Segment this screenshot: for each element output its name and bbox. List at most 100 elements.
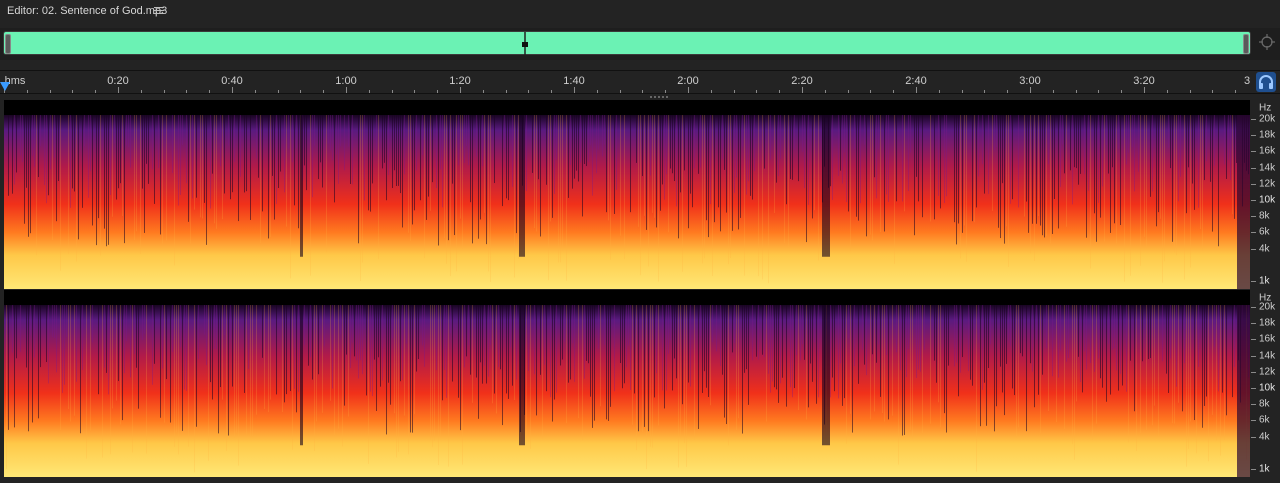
ruler-tick <box>346 87 347 93</box>
ruler-tick <box>847 90 849 93</box>
frequency-label: 1k <box>1259 463 1270 475</box>
ruler-tick-label: 2:00 <box>677 75 699 87</box>
time-ruler[interactable]: hms 0:20 0:40 1:00 1:20 1:40 2:00 2:20 2:40 3:00… <box>0 70 1280 94</box>
ruler-tick <box>1189 90 1191 93</box>
ruler-tick <box>733 90 735 93</box>
frequency-tick <box>1251 371 1256 373</box>
ruler-tick <box>505 90 507 93</box>
ruler-tick <box>49 90 51 93</box>
ruler-tick <box>1052 90 1054 93</box>
waveform-overview[interactable] <box>0 28 1280 60</box>
frequency-label: 8k <box>1259 210 1270 222</box>
ruler-tick <box>1212 90 1214 93</box>
frequency-scale-right: Hz 20k 18k 16k 14k 12k 10k 8k 6k 4k 1k <box>1250 290 1280 477</box>
frequency-tick <box>1251 183 1256 185</box>
ruler-tick <box>893 90 895 93</box>
editor-titlebar: Editor: 02. Sentence of God.mp3 <box>0 0 1280 24</box>
frequency-tick <box>1251 404 1256 406</box>
ruler-tick <box>391 90 393 93</box>
ruler-tick <box>688 87 689 93</box>
hamburger-menu-icon[interactable] <box>154 5 164 17</box>
frequency-tick <box>1251 135 1256 137</box>
frequency-label: 4k <box>1259 431 1270 443</box>
ruler-tick <box>72 90 74 93</box>
overview-playhead[interactable] <box>522 32 528 56</box>
ruler-tick <box>460 87 461 93</box>
frequency-tick <box>1251 281 1256 282</box>
ruler-tick <box>482 90 484 93</box>
ruler-tick <box>1166 90 1168 93</box>
ruler-tick-label: 3:00 <box>1019 75 1041 87</box>
ruler-tick-label: 0:40 <box>221 75 243 87</box>
ruler-tick <box>323 90 325 93</box>
ruler-tick <box>414 90 416 93</box>
frequency-tick <box>1251 339 1256 341</box>
ruler-tick <box>1121 90 1123 93</box>
ruler-tick <box>756 90 758 93</box>
ruler-tick <box>118 87 119 93</box>
ruler-tick <box>938 90 940 93</box>
ruler-tick-label: 3 <box>1243 75 1251 87</box>
overview-right-handle[interactable] <box>1243 34 1249 54</box>
ruler-tick <box>163 90 165 93</box>
frequency-tick <box>1251 167 1256 169</box>
frequency-tick <box>1251 248 1256 250</box>
zoom-target-icon[interactable] <box>1258 33 1276 51</box>
ruler-tick <box>984 90 986 93</box>
spectrogram-right-channel[interactable] <box>4 290 1250 477</box>
frequency-label: 10k <box>1259 194 1276 206</box>
frequency-label: 14k <box>1259 162 1276 174</box>
playhead-marker[interactable] <box>0 82 10 91</box>
ruler-tick <box>277 90 279 93</box>
ruler-tick <box>1144 87 1145 93</box>
panel-resize-grip[interactable] <box>648 95 672 99</box>
frequency-tick <box>1251 388 1256 389</box>
ruler-tick-label: 0:20 <box>107 75 129 87</box>
ruler-tick <box>300 90 302 93</box>
ruler-tick <box>368 90 370 93</box>
ruler-tick <box>596 90 598 93</box>
frequency-label: 16k <box>1259 333 1276 345</box>
ruler-tick <box>186 90 188 93</box>
headphones-icon[interactable] <box>1256 72 1276 92</box>
ruler-tick <box>437 90 439 93</box>
frequency-label: 20k <box>1259 113 1276 125</box>
ruler-tick <box>961 90 963 93</box>
frequency-tick <box>1251 232 1256 234</box>
ruler-tick-label: 3:20 <box>1133 75 1155 87</box>
ruler-tick-label: 2:40 <box>905 75 927 87</box>
ruler-tick-label: 1:40 <box>563 75 585 87</box>
ruler-tick <box>642 90 644 93</box>
frequency-tick <box>1251 355 1256 357</box>
editor-title: Editor: 02. Sentence of God.mp3 <box>7 5 168 17</box>
frequency-label: 6k <box>1259 414 1270 426</box>
frequency-label: 6k <box>1259 226 1270 238</box>
frequency-scale-left: Hz 20k 18k 16k 14k 12k 10k 8k 6k 4k 1k <box>1250 100 1280 289</box>
ruler-tick <box>528 90 530 93</box>
ruler-tick <box>916 87 917 93</box>
ruler-tick <box>26 90 28 93</box>
frequency-label: 14k <box>1259 350 1276 362</box>
ruler-tick-label: 1:20 <box>449 75 471 87</box>
overview-waveform[interactable] <box>3 31 1251 56</box>
frequency-unit-label: Hz <box>1259 102 1272 114</box>
ruler-tick <box>1098 90 1100 93</box>
frequency-label: 12k <box>1259 178 1276 190</box>
spectrogram-right-canvas[interactable] <box>4 290 1250 477</box>
ruler-tick <box>779 90 781 93</box>
ruler-tick <box>95 90 97 93</box>
frequency-label: 18k <box>1259 129 1276 141</box>
frequency-tick <box>1251 119 1256 120</box>
ruler-tick <box>140 90 142 93</box>
ruler-tick <box>1030 87 1031 93</box>
ruler-tick <box>665 90 667 93</box>
frequency-label: 10k <box>1259 382 1276 394</box>
spectrogram-left-channel[interactable] <box>4 100 1250 289</box>
frequency-label: 8k <box>1259 398 1270 410</box>
spectrogram-left-canvas[interactable] <box>4 100 1250 289</box>
frequency-label: 4k <box>1259 243 1270 255</box>
ruler-tick <box>619 90 621 93</box>
ruler-tick <box>824 90 826 93</box>
ruler-tick <box>870 90 872 93</box>
overview-left-handle[interactable] <box>5 34 11 54</box>
